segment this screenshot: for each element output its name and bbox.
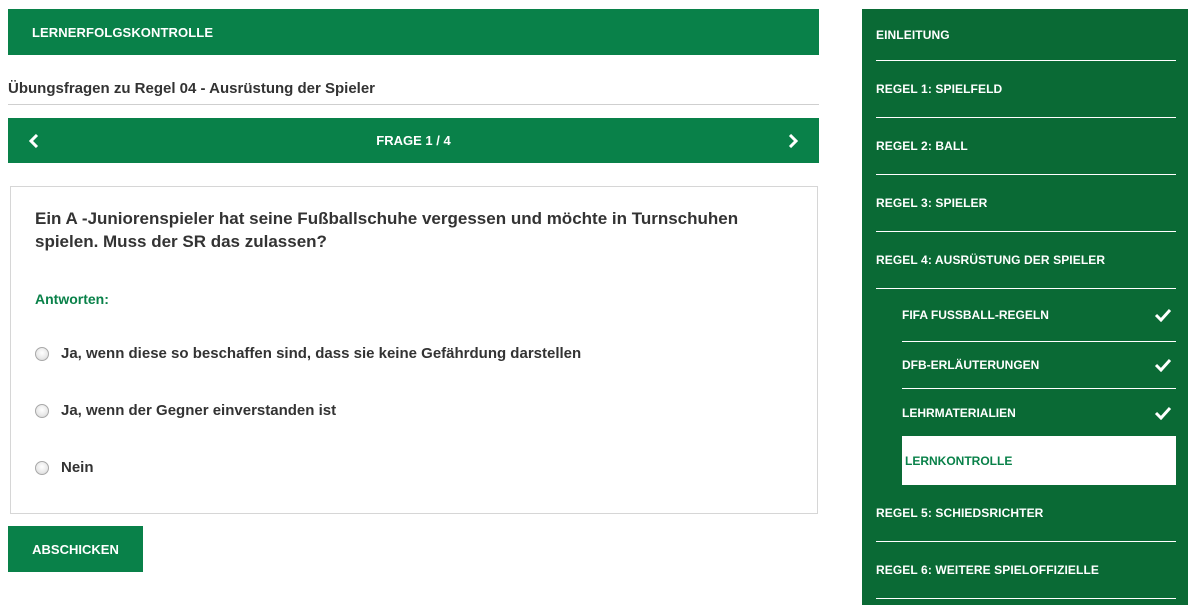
sidebar-subitem-label: FIFA FUSSBALL-REGELN <box>902 308 1049 322</box>
page-title: Übungsfragen zu Regel 04 - Ausrüstung de… <box>8 77 819 105</box>
sidebar-item-label: REGEL 5: SCHIEDSRICHTER <box>876 506 1044 520</box>
sidebar-item-regel-3[interactable]: REGEL 3: SPIELER <box>876 175 1176 232</box>
chevron-right-icon <box>788 133 798 148</box>
sidebar-subitem-label: LERNKONTROLLE <box>905 454 1013 468</box>
sidebar-item-regel-6[interactable]: REGEL 6: WEITERE SPIELOFFIZIELLE <box>876 542 1176 599</box>
answer-option-1[interactable]: Ja, wenn diese so beschaffen sind, dass … <box>35 345 581 362</box>
answer-option-2[interactable]: Ja, wenn der Gegner einverstanden ist <box>35 402 336 419</box>
sidebar-item-label: REGEL 6: WEITERE SPIELOFFIZIELLE <box>876 563 1099 577</box>
sidebar-item-einleitung[interactable]: EINLEITUNG <box>876 9 1176 61</box>
sidebar-item-label: EINLEITUNG <box>876 27 950 42</box>
answers-label: Antworten: <box>35 291 109 307</box>
section-title: LERNERFOLGSKONTROLLE <box>32 24 214 40</box>
sidebar-item-regel-5[interactable]: REGEL 5: SCHIEDSRICHTER <box>876 485 1176 542</box>
sidebar-subitem-dfb-erlaeuterungen[interactable]: DFB-ERLÄUTERUNGEN <box>902 342 1176 389</box>
radio-button[interactable] <box>35 460 49 475</box>
check-icon <box>1154 358 1172 372</box>
sidebar-subitem-fifa-regeln[interactable]: FIFA FUSSBALL-REGELN <box>902 289 1176 342</box>
check-icon <box>1154 406 1172 420</box>
question-navigation: FRAGE 1 / 4 <box>8 118 819 163</box>
question-card: Ein A -Juniorenspieler hat seine Fußball… <box>10 186 818 514</box>
next-question-button[interactable] <box>773 118 813 163</box>
sidebar-subitem-label: DFB-ERLÄUTERUNGEN <box>902 358 1040 372</box>
sidebar-item-label: REGEL 4: AUSRÜSTUNG DER SPIELER <box>876 253 1106 267</box>
radio-button[interactable] <box>35 403 49 418</box>
sidebar-item-regel-1[interactable]: REGEL 1: SPIELFELD <box>876 61 1176 118</box>
radio-button[interactable] <box>35 346 49 361</box>
check-icon <box>1154 308 1172 322</box>
question-text: Ein A -Juniorenspieler hat seine Fußball… <box>35 209 739 251</box>
sidebar-subitem-lernkontrolle[interactable]: LERNKONTROLLE <box>902 437 1176 485</box>
submit-button[interactable]: ABSCHICKEN <box>8 526 143 572</box>
previous-question-button[interactable] <box>14 118 54 163</box>
sidebar-subitem-label: LEHRMATERIALIEN <box>902 405 1016 420</box>
sidebar: EINLEITUNG REGEL 1: SPIELFELD REGEL 2: B… <box>862 9 1188 605</box>
section-header: LERNERFOLGSKONTROLLE <box>8 9 819 55</box>
sidebar-item-label: REGEL 1: SPIELFELD <box>876 82 1003 96</box>
sidebar-item-regel-4[interactable]: REGEL 4: AUSRÜSTUNG DER SPIELER <box>876 232 1176 289</box>
question-counter: FRAGE 1 / 4 <box>376 133 451 148</box>
sidebar-subitem-lehrmaterialien[interactable]: LEHRMATERIALIEN <box>902 389 1176 437</box>
sidebar-item-label: REGEL 3: SPIELER <box>876 196 988 210</box>
answer-label: Ja, wenn diese so beschaffen sind, dass … <box>61 345 582 362</box>
answer-label: Ja, wenn der Gegner einverstanden ist <box>61 402 337 419</box>
answer-option-3[interactable]: Nein <box>35 459 94 476</box>
sidebar-item-regel-2[interactable]: REGEL 2: BALL <box>876 118 1176 175</box>
chevron-left-icon <box>29 133 39 148</box>
answer-label: Nein <box>61 459 94 476</box>
sidebar-item-label: REGEL 2: BALL <box>876 139 968 153</box>
